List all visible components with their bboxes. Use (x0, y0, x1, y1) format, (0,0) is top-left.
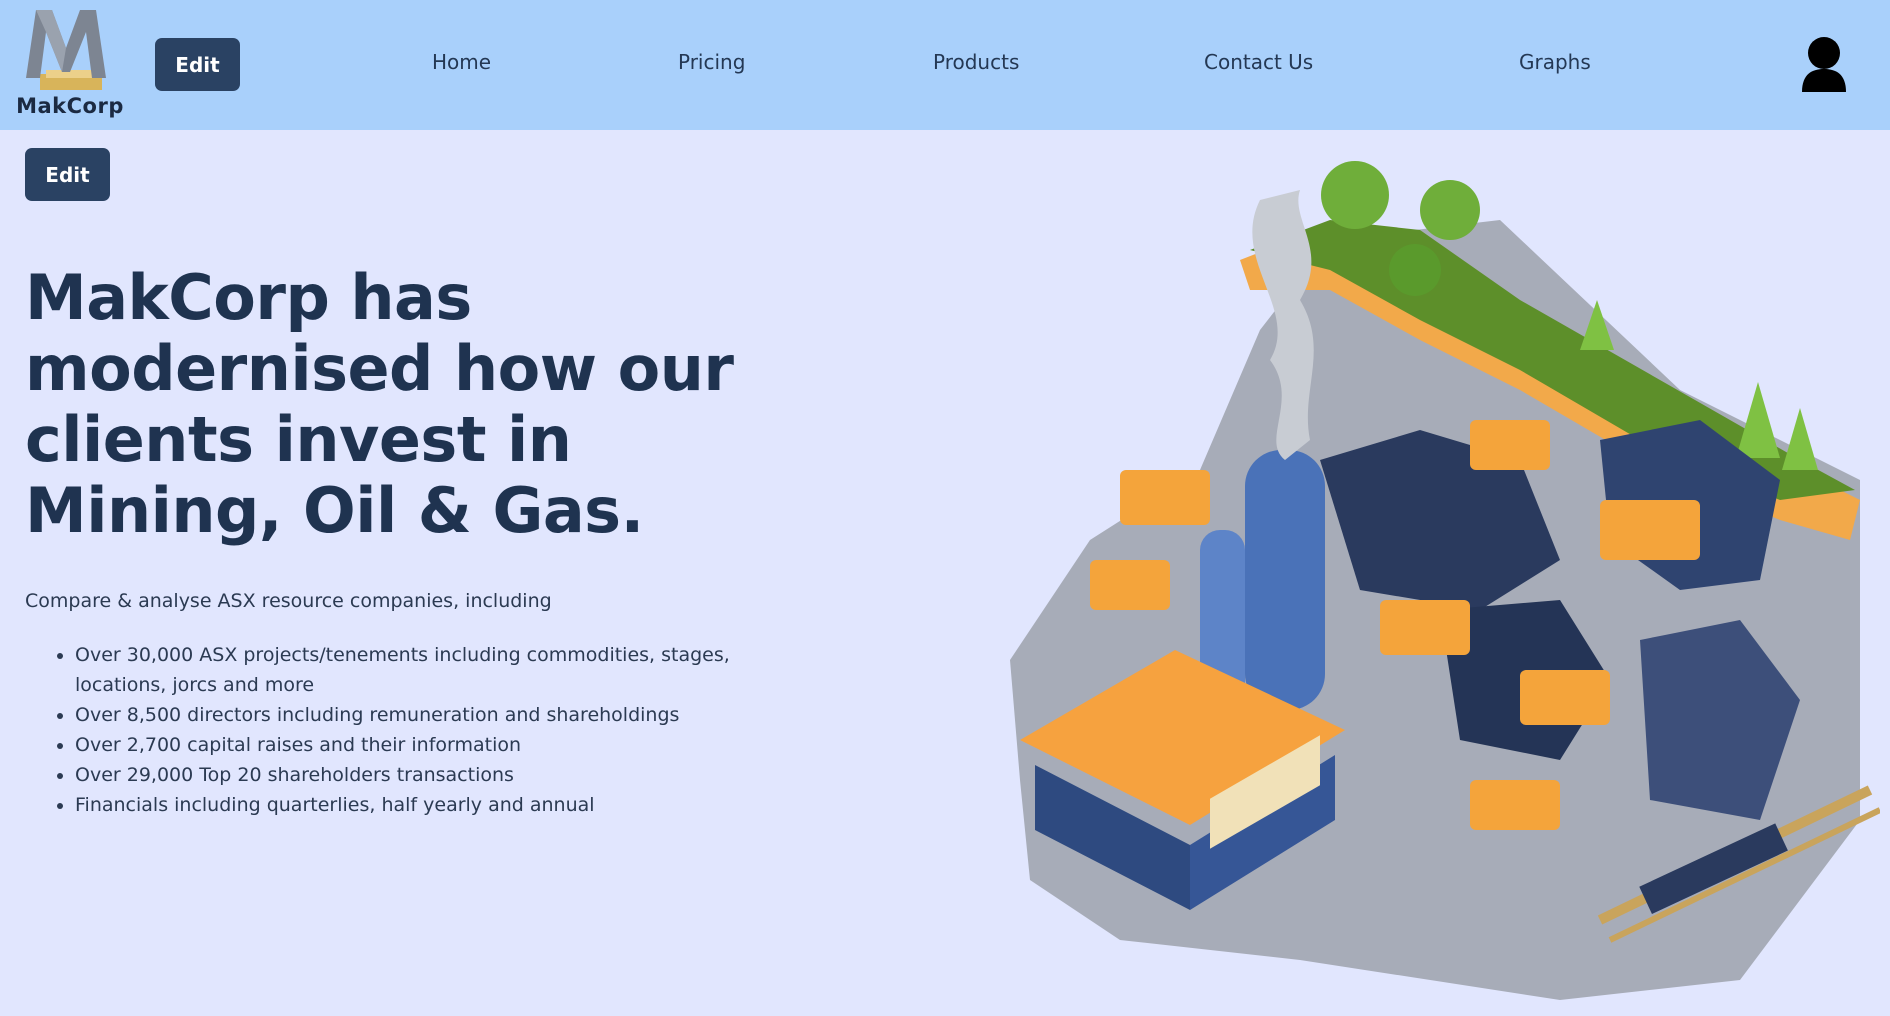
logo-wordmark: MakCorp (16, 94, 124, 118)
page-edit-button[interactable]: Edit (25, 148, 110, 201)
nav-link-graphs[interactable]: Graphs (1519, 50, 1591, 74)
feature-item: Over 29,000 Top 20 shareholders transact… (75, 760, 790, 790)
feature-item: Over 8,500 directors including remunerat… (75, 700, 790, 730)
feature-list: Over 30,000 ASX projects/tenements inclu… (50, 640, 790, 820)
feature-item: Financials including quarterlies, half y… (75, 790, 790, 820)
hero-title: MakCorp has modernised how our clients i… (25, 261, 734, 547)
navbar-edit-button[interactable]: Edit (155, 38, 240, 91)
nav-link-products[interactable]: Products (933, 50, 1019, 74)
nav-link-pricing[interactable]: Pricing (678, 50, 745, 74)
nav-link-home[interactable]: Home (432, 50, 491, 74)
nav-link-contact-us[interactable]: Contact Us (1204, 50, 1313, 74)
feature-item: Over 30,000 ASX projects/tenements inclu… (75, 640, 790, 700)
user-avatar-icon[interactable] (1800, 36, 1848, 92)
makcorp-logo[interactable]: MakCorp (10, 8, 123, 120)
top-navbar: MakCorp Edit Home Pricing Products Conta… (0, 0, 1890, 130)
logo-mark-icon (26, 10, 106, 90)
mining-illustration (1000, 140, 1882, 1010)
feature-item: Over 2,700 capital raises and their info… (75, 730, 790, 760)
hero-subtitle: Compare & analyse ASX resource companies… (25, 590, 552, 612)
